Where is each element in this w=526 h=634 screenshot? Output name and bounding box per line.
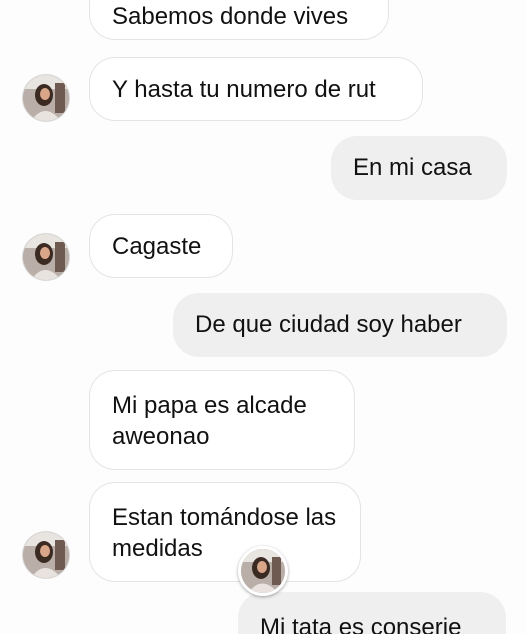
message-text: En mi casa bbox=[353, 154, 472, 181]
outgoing-message[interactable]: En mi casa bbox=[331, 136, 507, 200]
message-text: Mi tata es conserje bbox=[260, 614, 462, 634]
message-text-line-1: Mi papa es alcade bbox=[112, 392, 307, 419]
incoming-message[interactable]: Y hasta tu numero de rut bbox=[89, 57, 423, 121]
incoming-message[interactable]: Sabemos donde vives bbox=[89, 0, 389, 40]
message-text-line-2: aweonao bbox=[112, 423, 210, 450]
contact-avatar-icon[interactable] bbox=[23, 532, 69, 578]
outgoing-message[interactable]: De que ciudad soy haber bbox=[173, 293, 507, 357]
seen-avatar-icon bbox=[238, 546, 288, 596]
contact-avatar-icon[interactable] bbox=[23, 234, 69, 280]
incoming-message[interactable]: Mi papa es alcade aweonao bbox=[89, 370, 355, 470]
message-text: De que ciudad soy haber bbox=[195, 311, 462, 338]
message-text: Sabemos donde vives bbox=[112, 3, 349, 30]
outgoing-message[interactable]: Mi tata es conserje bbox=[238, 592, 506, 634]
message-text-line-2: medidas bbox=[112, 535, 203, 562]
incoming-message[interactable]: Cagaste bbox=[89, 214, 233, 278]
incoming-message[interactable]: Estan tomándose las medidas bbox=[89, 482, 361, 582]
message-text: Cagaste bbox=[112, 233, 202, 260]
contact-avatar-icon[interactable] bbox=[23, 75, 69, 121]
chat-thread: Sabemos donde vives Y hasta tu numero de… bbox=[0, 0, 526, 634]
message-text-line-1: Estan tomándose las bbox=[112, 504, 337, 531]
message-text: Y hasta tu numero de rut bbox=[112, 76, 376, 103]
